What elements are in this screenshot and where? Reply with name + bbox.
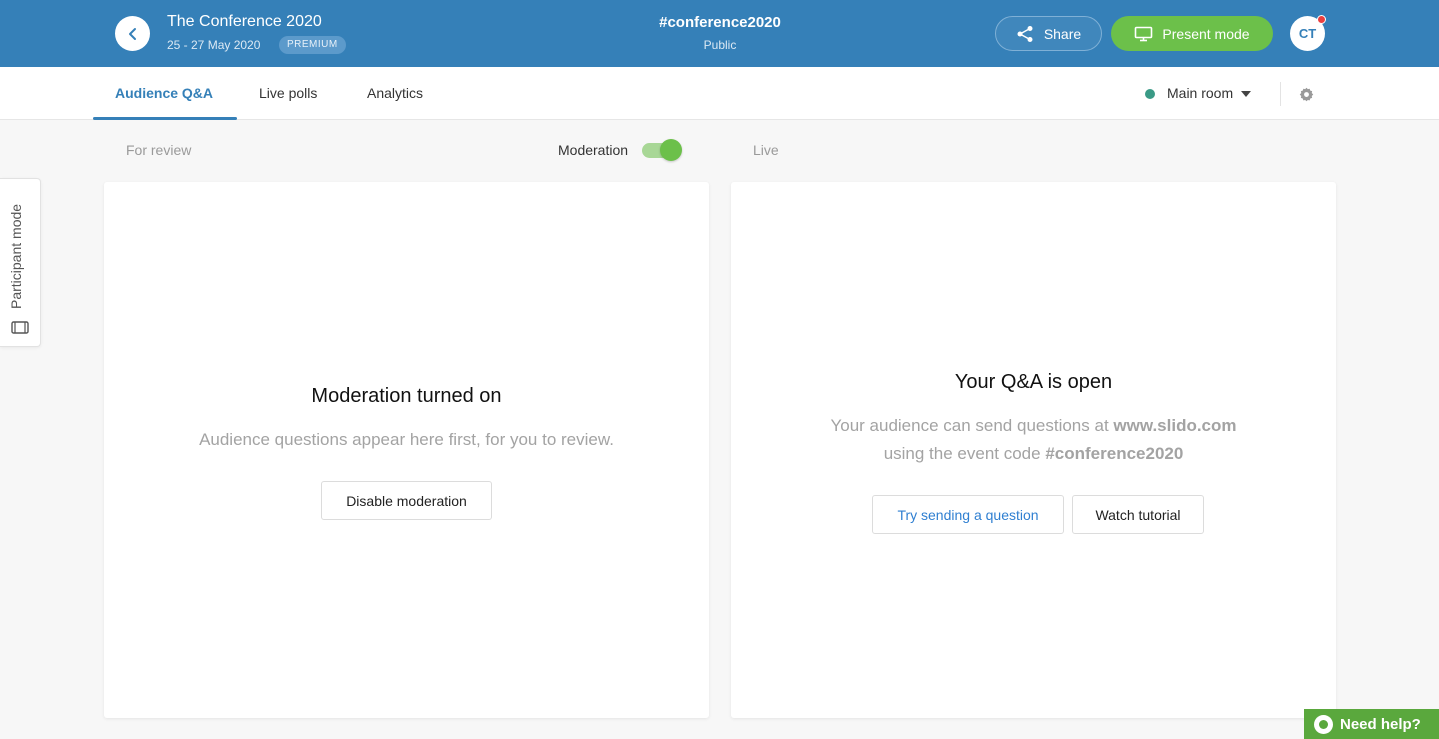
moderation-label: Moderation — [558, 142, 629, 158]
participant-mode-label: Participant mode — [8, 203, 24, 309]
watch-tutorial-button[interactable]: Watch tutorial — [1072, 495, 1204, 534]
event-privacy: Public — [703, 38, 737, 52]
chevron-left-icon — [128, 27, 136, 40]
need-help-button[interactable]: Need help? — [1304, 709, 1439, 739]
share-button[interactable]: Share — [995, 16, 1102, 51]
chat-bubble-icon — [1314, 714, 1333, 734]
event-dates: 25 - 27 May 2020 — [167, 38, 261, 52]
moderation-description: Audience questions appear here first, fo… — [199, 430, 614, 449]
notification-dot — [1317, 15, 1326, 24]
participant-mode-tab[interactable]: Participant mode — [0, 178, 41, 347]
screen-icon — [11, 321, 29, 334]
active-tab-indicator — [93, 117, 237, 120]
tab-analytics[interactable]: Analytics — [367, 67, 423, 120]
event-code: #conference2020 — [659, 14, 781, 31]
tab-live-polls[interactable]: Live polls — [259, 67, 317, 120]
back-button[interactable] — [115, 16, 150, 51]
room-label: Main room — [1167, 85, 1234, 101]
caret-down-icon — [1241, 90, 1252, 97]
tab-bar: Audience Q&A Live polls Analytics Main r… — [0, 67, 1439, 120]
top-header: The Conference 2020 25 - 27 May 2020 PRE… — [0, 0, 1439, 67]
qa-line1-text: Your audience can send questions at — [830, 416, 1109, 435]
tab-audience-qa[interactable]: Audience Q&A — [115, 67, 213, 120]
for-review-panel: Moderation turned on Audience questions … — [104, 182, 709, 718]
qa-open-title: Your Q&A is open — [954, 371, 1113, 393]
toggle-knob — [660, 139, 682, 161]
live-panel: Your Q&A is open Your audience can send … — [731, 182, 1336, 718]
premium-badge: PREMIUM — [279, 36, 346, 54]
presentation-icon — [1135, 26, 1153, 41]
qa-line2-text: using the event code — [883, 444, 1041, 463]
moderation-title: Moderation turned on — [311, 385, 502, 407]
live-label: Live — [753, 142, 779, 158]
event-code-bold: #conference2020 — [1045, 444, 1184, 463]
event-title: The Conference 2020 — [167, 13, 322, 30]
try-sending-question-button[interactable]: Try sending a question — [872, 495, 1064, 534]
qa-open-line1: Your audience can send questions at www.… — [731, 412, 1336, 440]
share-label: Share — [1043, 25, 1082, 42]
present-mode-label: Present mode — [1162, 25, 1250, 42]
moderation-toggle[interactable] — [642, 139, 682, 161]
for-review-label: For review — [126, 142, 192, 158]
divider — [1280, 82, 1281, 106]
gear-icon — [1299, 87, 1313, 101]
qa-open-line2: using the event code #conference2020 — [731, 440, 1336, 468]
room-selector[interactable]: Main room — [1167, 67, 1252, 120]
room-status-dot — [1145, 89, 1155, 99]
present-mode-button[interactable]: Present mode — [1111, 16, 1273, 51]
settings-button[interactable] — [1297, 85, 1315, 103]
need-help-label: Need help? — [1340, 715, 1421, 733]
share-icon — [1017, 25, 1033, 42]
disable-moderation-button[interactable]: Disable moderation — [321, 481, 492, 520]
slido-url: www.slido.com — [1113, 416, 1237, 435]
